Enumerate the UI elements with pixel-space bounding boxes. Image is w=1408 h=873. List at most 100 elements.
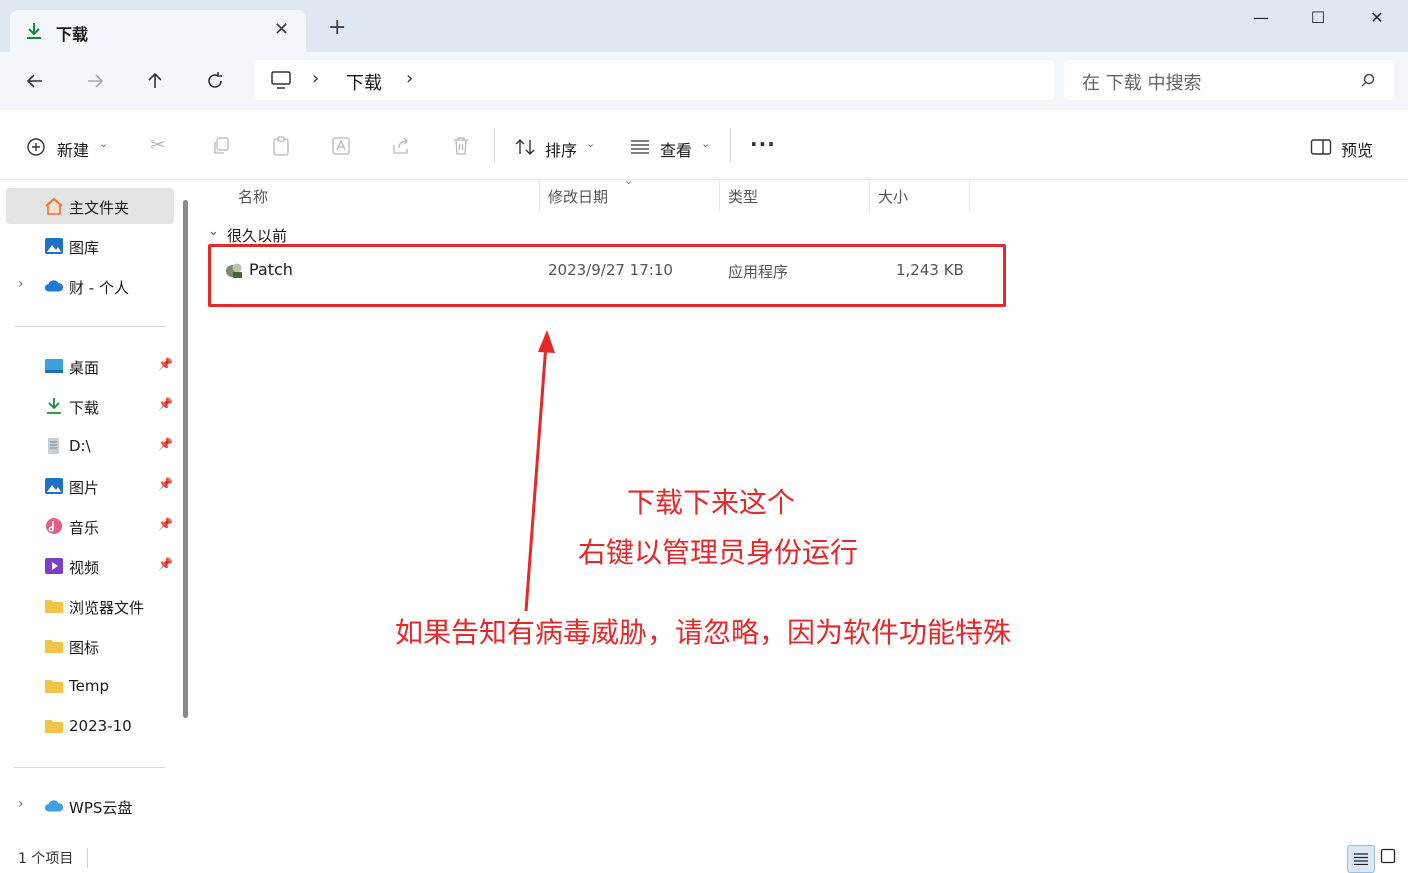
sidebar-item-icons[interactable]: 图标 — [6, 628, 174, 664]
cut-icon[interactable]: ✂ — [150, 134, 166, 156]
pin-icon[interactable]: 📌 — [158, 557, 173, 571]
minimize-button[interactable]: — — [1238, 8, 1284, 32]
tab-downloads[interactable]: 下载 ✕ — [10, 10, 306, 52]
sidebar-item-home[interactable]: 主文件夹 — [6, 188, 174, 224]
annotation-text-1: 下载下来这个 — [627, 486, 796, 519]
sidebar-item-label: 财 - 个人 — [69, 279, 129, 297]
sidebar-item-videos[interactable]: 视频 📌 — [6, 548, 174, 584]
item-count: 1 个项目 — [18, 851, 74, 867]
breadcrumb-downloads[interactable]: 下载 — [346, 69, 382, 95]
video-icon — [45, 558, 63, 574]
column-divider[interactable] — [969, 180, 970, 212]
up-arrow-icon[interactable] — [144, 70, 166, 92]
sidebar-item-label: 图标 — [69, 639, 100, 657]
breadcrumb-separator-end[interactable]: › — [406, 68, 413, 89]
more-options-button[interactable]: ··· — [750, 132, 776, 156]
sort-button[interactable]: 排序 ⌄ — [514, 135, 600, 161]
chevron-down-icon: ⌄ — [701, 137, 711, 150]
computer-icon — [271, 71, 291, 89]
chevron-right-icon[interactable]: › — [18, 796, 24, 812]
status-bar — [0, 846, 1408, 872]
pin-icon[interactable]: 📌 — [158, 397, 173, 411]
large-icons-view-icon[interactable] — [1380, 848, 1396, 864]
forward-arrow-icon[interactable] — [84, 70, 106, 92]
preview-label: 预览 — [1341, 141, 1374, 160]
preview-button[interactable]: 预览 — [1310, 135, 1386, 161]
sidebar-item-temp[interactable]: Temp — [6, 668, 174, 704]
sidebar-item-label: 桌面 — [69, 359, 100, 377]
cloud-icon — [44, 280, 64, 292]
sort-label: 排序 — [545, 141, 578, 160]
chevron-right-icon[interactable]: › — [18, 276, 24, 292]
back-arrow-icon[interactable] — [24, 70, 46, 92]
tab-close-button[interactable]: ✕ — [274, 19, 289, 40]
column-divider[interactable] — [539, 180, 540, 212]
sidebar-item-music[interactable]: 音乐 📌 — [6, 508, 174, 544]
folder-icon — [45, 680, 63, 693]
sidebar-divider — [14, 326, 165, 327]
sidebar-item-label: 音乐 — [69, 519, 100, 537]
sidebar-item-label: D:\ — [69, 437, 91, 455]
annotation-text-3: 如果告知有病毒威胁，请忽略，因为软件功能特殊 — [395, 616, 1012, 649]
sidebar-item-browser-files[interactable]: 浏览器文件 — [6, 588, 174, 624]
copy-icon[interactable] — [211, 136, 231, 156]
new-button[interactable]: 新建 ⌄ — [26, 135, 112, 161]
search-icon[interactable] — [1360, 72, 1376, 88]
sidebar-item-downloads[interactable]: 下载 📌 — [6, 388, 174, 424]
sidebar-item-label: 图片 — [69, 479, 100, 497]
arrow-annotation — [524, 330, 555, 612]
sidebar-item-pictures[interactable]: 图片 📌 — [6, 468, 174, 504]
pin-icon[interactable]: 📌 — [158, 437, 173, 451]
sidebar-item-desktop[interactable]: 桌面 📌 — [6, 348, 174, 384]
view-button[interactable]: 查看 ⌄ — [630, 135, 716, 161]
refresh-icon[interactable] — [204, 70, 226, 92]
sidebar-item-label: 2023-10 — [69, 717, 132, 735]
pin-icon[interactable]: 📌 — [158, 517, 173, 531]
column-divider[interactable] — [869, 180, 870, 212]
pin-icon[interactable]: 📌 — [158, 357, 173, 371]
sidebar-item-gallery[interactable]: 图库 — [6, 228, 174, 264]
breadcrumb-separator[interactable]: › — [312, 68, 319, 89]
sidebar-item-drive-d[interactable]: D:\ 📌 — [6, 428, 174, 464]
highlight-box — [208, 244, 1006, 307]
folder-icon — [45, 640, 63, 653]
maximize-button[interactable]: ☐ — [1295, 8, 1341, 32]
sidebar-item-onedrive[interactable]: › 财 - 个人 — [6, 268, 174, 304]
delete-icon[interactable] — [451, 135, 471, 157]
status-divider — [87, 848, 88, 868]
column-header-size[interactable]: 大小 — [878, 186, 908, 207]
home-icon — [45, 197, 63, 215]
column-header-name[interactable]: 名称 — [238, 186, 268, 207]
new-tab-button[interactable]: + — [328, 17, 346, 39]
share-icon[interactable] — [390, 135, 412, 157]
gallery-icon — [45, 238, 63, 254]
preview-pane-icon — [1310, 139, 1332, 155]
view-label: 查看 — [660, 141, 693, 160]
sidebar-item-label: WPS云盘 — [69, 799, 133, 817]
group-header[interactable]: ⌄ 很久以前 — [208, 224, 408, 246]
toolbar-divider — [494, 128, 495, 162]
search-box[interactable]: 在 下载 中搜索 — [1064, 60, 1394, 100]
pin-icon[interactable]: 📌 — [158, 477, 173, 491]
column-divider[interactable] — [719, 180, 720, 212]
sidebar-item-label: 视频 — [69, 559, 100, 577]
download-icon — [47, 398, 61, 414]
sidebar-item-label: 图库 — [69, 239, 100, 257]
sidebar-scrollbar[interactable] — [183, 200, 188, 718]
column-header-type[interactable]: 类型 — [728, 186, 758, 207]
plus-circle-icon — [27, 138, 45, 156]
close-window-button[interactable]: ✕ — [1354, 8, 1400, 32]
sidebar-item-label: 主文件夹 — [69, 199, 130, 217]
paste-icon[interactable] — [271, 135, 291, 157]
sidebar-item-wps-cloud[interactable]: › WPS云盘 — [6, 788, 174, 824]
search-input[interactable]: 在 下载 中搜索 — [1082, 69, 1201, 95]
column-header-modified[interactable]: 修改日期 — [548, 186, 608, 207]
details-view-button[interactable] — [1347, 845, 1375, 873]
address-bar[interactable]: › 下载 › — [254, 60, 1054, 100]
cloud-icon — [44, 800, 64, 812]
chevron-down-icon: ⌄ — [586, 137, 596, 150]
sidebar-item-2023-10[interactable]: 2023-10 — [6, 708, 174, 744]
rename-icon[interactable] — [330, 135, 352, 157]
folder-icon — [45, 720, 63, 733]
sidebar-item-label: 下载 — [69, 399, 100, 417]
